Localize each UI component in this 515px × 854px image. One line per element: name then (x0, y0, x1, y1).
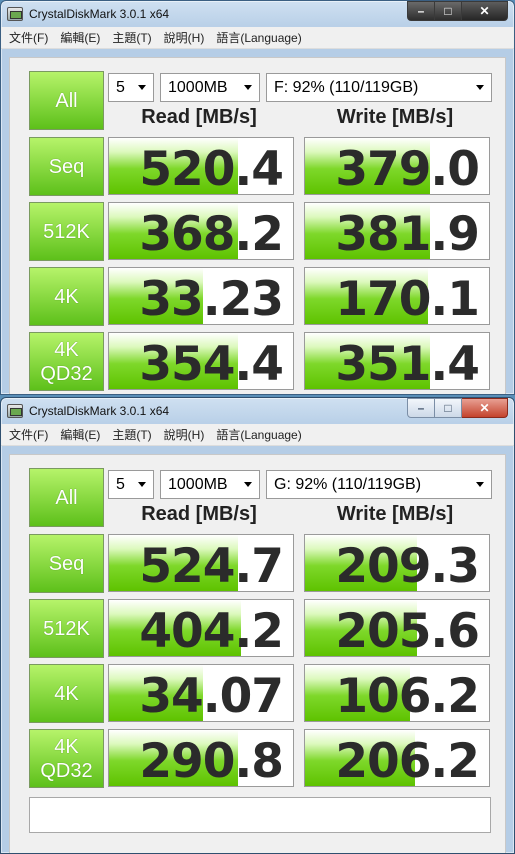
4k-button[interactable]: 4K (29, 664, 104, 723)
write-value: 381.9 (335, 207, 480, 260)
read-column-header: Read [MB/s] (141, 503, 257, 525)
chevron-down-icon (138, 482, 146, 487)
write-value: 205.6 (335, 604, 480, 657)
seq-button[interactable]: Seq (29, 534, 104, 593)
menu-edit[interactable]: 編輯(E) (54, 29, 106, 46)
menu-edit[interactable]: 編輯(E) (54, 426, 106, 443)
write-result-cell: 170.1 (304, 267, 490, 325)
write-result-cell: 106.2 (304, 664, 490, 722)
maximize-button[interactable]: □ (435, 398, 462, 418)
menu-theme[interactable]: 主題(T) (106, 426, 157, 443)
read-value: 520.4 (139, 142, 284, 195)
write-result-cell: 209.3 (304, 534, 490, 592)
main-panel: All 5 1000MB F: 92% (110/119GB) Read [MB… (9, 57, 506, 394)
read-value: 368.2 (139, 207, 284, 260)
menu-file[interactable]: 文件(F) (3, 426, 54, 443)
close-button[interactable]: ✕ (462, 398, 508, 418)
read-value: 354.4 (139, 337, 284, 390)
write-value: 170.1 (335, 272, 480, 325)
test-count-select[interactable]: 5 (108, 470, 154, 499)
minimize-icon: – (417, 4, 425, 18)
read-value: 33.23 (139, 272, 284, 325)
write-value: 209.3 (335, 539, 480, 592)
crystaldiskmark-app-icon (7, 7, 23, 21)
drive-select[interactable]: F: 92% (110/119GB) (266, 73, 492, 102)
chevron-down-icon (244, 482, 252, 487)
test-count-select[interactable]: 5 (108, 73, 154, 102)
write-value: 379.0 (335, 142, 480, 195)
seq-button[interactable]: Seq (29, 137, 104, 196)
crystaldiskmark-app-icon (7, 404, 23, 418)
drive-select[interactable]: G: 92% (110/119GB) (266, 470, 492, 499)
maximize-button[interactable]: □ (435, 1, 462, 21)
read-value: 524.7 (139, 539, 284, 592)
chevron-down-icon (476, 482, 484, 487)
drive-value: F: 92% (110/119GB) (274, 78, 419, 96)
menu-file[interactable]: 文件(F) (3, 29, 54, 46)
minimize-icon: – (417, 401, 425, 415)
write-result-cell: 351.4 (304, 332, 490, 390)
main-panel: All 5 1000MB G: 92% (110/119GB) Read [MB… (9, 454, 506, 853)
menu-bar: 文件(F) 編輯(E) 主題(T) 說明(H) 語言(Language) (1, 27, 514, 49)
4k-qd32-button[interactable]: 4K QD32 (29, 729, 104, 788)
chevron-down-icon (244, 85, 252, 90)
test-count-value: 5 (116, 475, 125, 493)
4k-qd32-button[interactable]: 4K QD32 (29, 332, 104, 391)
menu-bar: 文件(F) 編輯(E) 主題(T) 說明(H) 語言(Language) (1, 424, 514, 446)
close-icon: ✕ (479, 401, 490, 415)
test-size-select[interactable]: 1000MB (160, 73, 260, 102)
close-icon: ✕ (479, 4, 490, 18)
test-size-select[interactable]: 1000MB (160, 470, 260, 499)
read-result-cell: 354.4 (108, 332, 294, 390)
comment-field[interactable] (29, 797, 491, 833)
crystaldiskmark-window-1: CrystalDiskMark 3.0.1 x64 – □ ✕ 文件(F) 編輯… (0, 0, 515, 395)
window-title: CrystalDiskMark 3.0.1 x64 (29, 404, 170, 418)
read-result-cell: 290.8 (108, 729, 294, 787)
test-count-value: 5 (116, 78, 125, 96)
read-result-cell: 520.4 (108, 137, 294, 195)
drive-value: G: 92% (110/119GB) (274, 475, 422, 493)
test-size-value: 1000MB (168, 78, 228, 96)
all-button[interactable]: All (29, 71, 104, 130)
read-value: 290.8 (139, 734, 284, 787)
minimize-button[interactable]: – (407, 1, 435, 21)
title-bar[interactable]: CrystalDiskMark 3.0.1 x64 – □ ✕ (1, 398, 514, 424)
write-result-cell: 379.0 (304, 137, 490, 195)
read-result-cell: 368.2 (108, 202, 294, 260)
maximize-icon: □ (444, 4, 452, 18)
read-result-cell: 33.23 (108, 267, 294, 325)
menu-help[interactable]: 說明(H) (158, 426, 211, 443)
write-column-header: Write [MB/s] (336, 106, 454, 128)
read-column-header: Read [MB/s] (141, 106, 257, 128)
write-result-cell: 206.2 (304, 729, 490, 787)
menu-language[interactable]: 語言(Language) (210, 29, 307, 46)
read-value: 34.07 (139, 669, 284, 722)
read-result-cell: 524.7 (108, 534, 294, 592)
menu-theme[interactable]: 主題(T) (106, 29, 157, 46)
write-value: 206.2 (335, 734, 480, 787)
write-value: 351.4 (335, 337, 480, 390)
4k-button[interactable]: 4K (29, 267, 104, 326)
read-result-cell: 404.2 (108, 599, 294, 657)
minimize-button[interactable]: – (407, 398, 435, 418)
write-result-cell: 205.6 (304, 599, 490, 657)
window-title: CrystalDiskMark 3.0.1 x64 (29, 7, 170, 21)
write-value: 106.2 (335, 669, 480, 722)
maximize-icon: □ (444, 401, 452, 415)
close-button[interactable]: ✕ (462, 1, 508, 21)
title-bar[interactable]: CrystalDiskMark 3.0.1 x64 – □ ✕ (1, 1, 514, 27)
all-button[interactable]: All (29, 468, 104, 527)
512k-button[interactable]: 512K (29, 202, 104, 261)
menu-help[interactable]: 說明(H) (158, 29, 211, 46)
512k-button[interactable]: 512K (29, 599, 104, 658)
read-value: 404.2 (139, 604, 284, 657)
crystaldiskmark-window-2: CrystalDiskMark 3.0.1 x64 – □ ✕ 文件(F) 編輯… (0, 397, 515, 854)
chevron-down-icon (476, 85, 484, 90)
test-size-value: 1000MB (168, 475, 228, 493)
write-result-cell: 381.9 (304, 202, 490, 260)
chevron-down-icon (138, 85, 146, 90)
read-result-cell: 34.07 (108, 664, 294, 722)
menu-language[interactable]: 語言(Language) (210, 426, 307, 443)
write-column-header: Write [MB/s] (336, 503, 454, 525)
